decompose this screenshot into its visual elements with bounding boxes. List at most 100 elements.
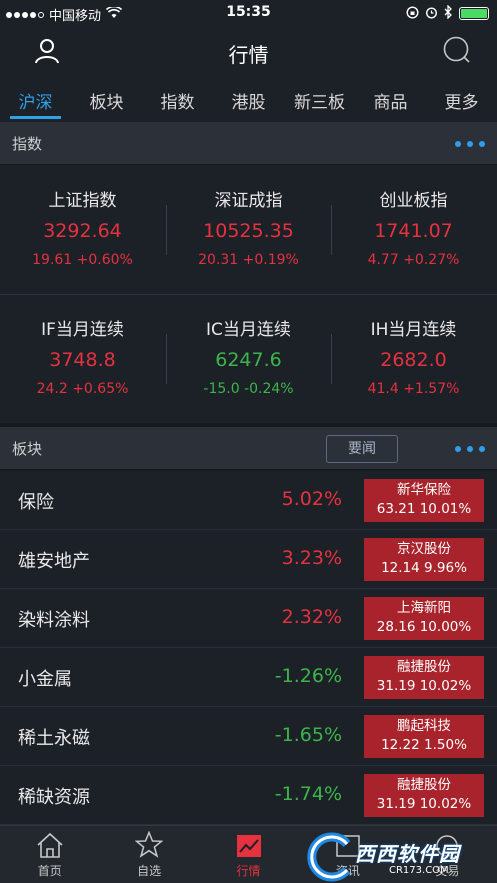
index-card-shenzhen[interactable]: 深证成指 10525.35 20.31 +0.19%: [166, 186, 331, 268]
watermark-logo: 西西软件园 CR173.COM: [297, 830, 497, 883]
sector-change: -1.74%: [274, 783, 342, 805]
tab-indices[interactable]: 指数: [142, 78, 213, 122]
index-card-if[interactable]: IF当月连续 3748.8 24.2 +0.65%: [0, 315, 165, 397]
index-price: 3748.8: [49, 349, 116, 371]
status-right: [406, 4, 489, 22]
watermark-text: 西西软件园: [355, 842, 460, 866]
leading-stock-stats: 12.14 9.96%: [381, 560, 467, 576]
sector-row[interactable]: 雄安地产 3.23% 京汉股份 12.14 9.96%: [0, 530, 497, 589]
tab-neeq[interactable]: 新三板: [284, 78, 355, 122]
sector-name: 保险: [18, 492, 54, 513]
watermark-url: CR173.COM: [389, 865, 449, 876]
index-section-label: 指数: [12, 135, 43, 153]
tabbar-label: 自选: [137, 864, 162, 878]
watermark-c-icon: [307, 832, 351, 882]
index-name: 创业板指: [379, 191, 448, 211]
star-icon: [99, 826, 198, 858]
sector-change: -1.26%: [274, 665, 342, 687]
index-card-shanghai[interactable]: 上证指数 3292.64 19.61 +0.60%: [0, 186, 165, 268]
index-price: 10525.35: [203, 220, 294, 242]
sector-change: 3.23%: [281, 547, 342, 569]
index-change: 41.4 +1.57%: [367, 381, 460, 397]
index-price: 2682.0: [380, 349, 447, 371]
leading-stock-name: 鹏起科技: [397, 718, 451, 734]
sector-section-label: 板块: [12, 440, 43, 458]
sector-list: 保险 5.02% 新华保险 63.21 10.01% 雄安地产 3.23% 京汉…: [0, 471, 497, 825]
tab-hushen[interactable]: 沪深: [0, 78, 71, 122]
sector-row[interactable]: 小金属 -1.26% 融捷股份 31.19 10.02%: [0, 648, 497, 707]
search-icon[interactable]: [443, 36, 471, 68]
index-change: 24.2 +0.65%: [36, 381, 129, 397]
tab-more[interactable]: 更多: [426, 78, 497, 122]
leading-stock-stats: 31.19 10.02%: [376, 678, 472, 694]
index-change: -15.0 -0.24%: [203, 381, 294, 397]
news-button[interactable]: 要闻: [326, 435, 398, 463]
tabbar-label: 行情: [236, 864, 261, 878]
index-change: 19.61 +0.60%: [32, 252, 133, 268]
index-name: 深证成指: [214, 191, 283, 211]
leading-stock-stats: 28.16 10.00%: [376, 619, 472, 635]
leading-stock-stats: 63.21 10.01%: [376, 501, 472, 517]
tab-sectors[interactable]: 板块: [71, 78, 142, 122]
bluetooth-icon: [444, 4, 453, 22]
header-bar: 行情: [0, 26, 497, 78]
index-name: IH当月连续: [370, 320, 457, 340]
sector-section-header: 板块 要闻: [0, 427, 497, 469]
index-more-icon[interactable]: [455, 141, 485, 147]
sector-change: 5.02%: [281, 488, 342, 510]
index-price: 3292.64: [43, 220, 122, 242]
index-grid: 上证指数 3292.64 19.61 +0.60% 深证成指 10525.35 …: [0, 165, 497, 423]
tab-commodities[interactable]: 商品: [355, 78, 426, 122]
page-title: 行情: [228, 43, 269, 67]
sector-name: 雄安地产: [18, 551, 90, 572]
index-card-chinext[interactable]: 创业板指 1741.07 4.77 +0.27%: [331, 186, 496, 268]
index-name: IF当月连续: [41, 320, 124, 340]
leading-stock-badge[interactable]: 新华保险 63.21 10.01%: [364, 479, 484, 522]
leading-stock-badge[interactable]: 融捷股份 31.19 10.02%: [364, 774, 484, 817]
sector-row[interactable]: 稀土永磁 -1.65% 鹏起科技 12.22 1.50%: [0, 707, 497, 766]
sector-name: 稀缺资源: [18, 787, 90, 808]
leading-stock-badge[interactable]: 鹏起科技 12.22 1.50%: [364, 715, 484, 758]
battery-icon: [459, 7, 489, 20]
divider: [0, 294, 497, 295]
sector-row[interactable]: 染料涂料 2.32% 上海新阳 28.16 10.00%: [0, 589, 497, 648]
leading-stock-badge[interactable]: 上海新阳 28.16 10.00%: [364, 597, 484, 640]
chart-icon: [199, 826, 298, 858]
index-name: IC当月连续: [206, 320, 291, 340]
leading-stock-stats: 31.19 10.02%: [376, 796, 472, 812]
index-card-ic[interactable]: IC当月连续 6247.6 -15.0 -0.24%: [166, 315, 331, 397]
leading-stock-name: 融捷股份: [397, 777, 451, 793]
rotation-lock-icon: [406, 5, 419, 22]
tabbar-market[interactable]: 行情: [199, 826, 298, 883]
leading-stock-name: 京汉股份: [397, 541, 451, 557]
sector-change: -1.65%: [274, 724, 342, 746]
leading-stock-name: 新华保险: [397, 482, 451, 498]
home-icon: [0, 826, 99, 858]
tabbar-label: 首页: [37, 864, 62, 878]
sector-row[interactable]: 保险 5.02% 新华保险 63.21 10.01%: [0, 471, 497, 530]
sector-change: 2.32%: [281, 606, 342, 628]
tab-hk-stocks[interactable]: 港股: [213, 78, 284, 122]
sector-name: 小金属: [18, 669, 72, 690]
index-change: 4.77 +0.27%: [367, 252, 460, 268]
tabbar-home[interactable]: 首页: [0, 826, 99, 883]
index-name: 上证指数: [48, 191, 117, 211]
leading-stock-badge[interactable]: 融捷股份 31.19 10.02%: [364, 656, 484, 699]
index-change: 20.31 +0.19%: [198, 252, 299, 268]
index-price: 6247.6: [215, 349, 282, 371]
tabbar-watchlist[interactable]: 自选: [99, 826, 198, 883]
market-tabs: 沪深 板块 指数 港股 新三板 商品 更多: [0, 78, 497, 122]
leading-stock-name: 上海新阳: [397, 600, 451, 616]
alarm-icon: [425, 6, 438, 22]
index-card-ih[interactable]: IH当月连续 2682.0 41.4 +1.57%: [331, 315, 496, 397]
leading-stock-stats: 12.22 1.50%: [381, 737, 467, 753]
sector-row[interactable]: 稀缺资源 -1.74% 融捷股份 31.19 10.02%: [0, 766, 497, 825]
leading-stock-name: 融捷股份: [397, 659, 451, 675]
status-bar: 中国移动 15:35: [0, 0, 497, 26]
index-price: 1741.07: [374, 220, 453, 242]
leading-stock-badge[interactable]: 京汉股份 12.14 9.96%: [364, 538, 484, 581]
sector-more-icon[interactable]: [455, 446, 485, 452]
sector-name: 稀土永磁: [18, 728, 90, 749]
sector-name: 染料涂料: [18, 610, 90, 631]
index-section-header: 指数: [0, 122, 497, 164]
